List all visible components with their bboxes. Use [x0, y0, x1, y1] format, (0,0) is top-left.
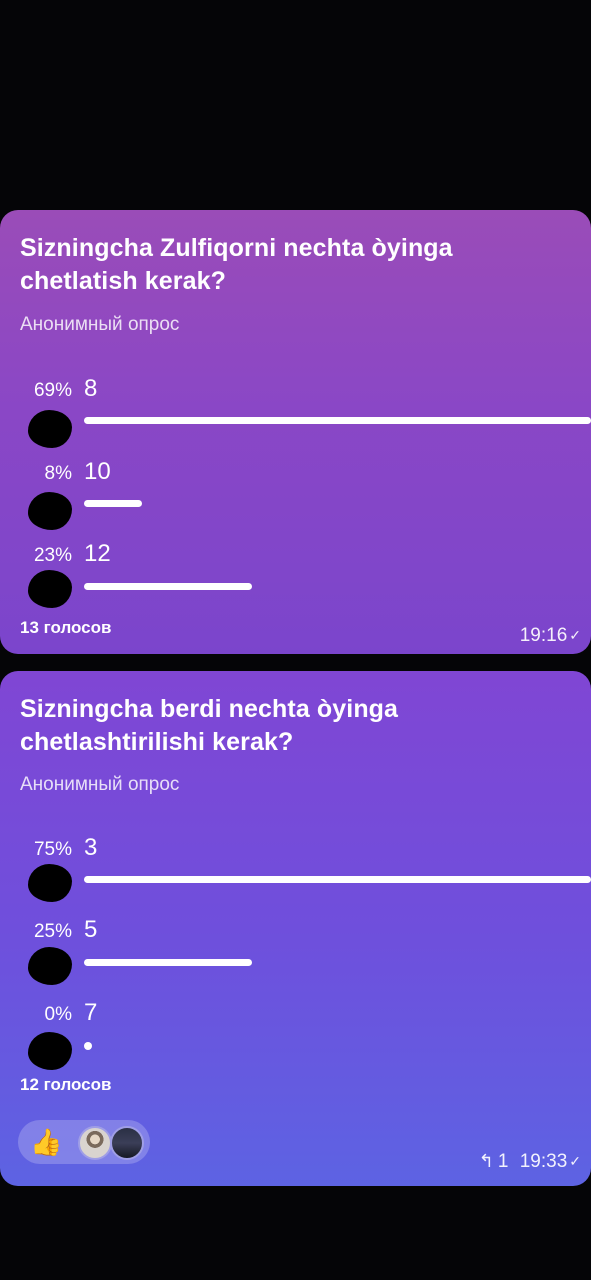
option-percent: 75%: [33, 839, 72, 860]
option-result-bar: [84, 959, 252, 966]
option-percent: 25%: [33, 921, 72, 942]
option-result-bar: [84, 417, 591, 424]
thumbs-up-icon: 👍: [30, 1127, 63, 1157]
option-percent: 0%: [44, 1004, 72, 1025]
time-text: 19:33: [519, 1151, 568, 1172]
check-icon: ✓: [569, 627, 581, 643]
option-result-bar: [84, 583, 252, 590]
voter-avatar-redacted: [28, 1032, 72, 1070]
reactor-avatar: [110, 1126, 144, 1160]
time-text: 19:16: [519, 625, 568, 646]
reactor-avatar: [78, 1126, 112, 1160]
reply-arrow-icon: ↰: [478, 1151, 494, 1171]
poll-question: Sizningcha berdi nechta òyinga chetlasht…: [20, 695, 399, 756]
option-percent: 23%: [33, 545, 72, 566]
poll-type-label: Анонимный опрос: [20, 314, 180, 335]
voter-avatar-redacted: [28, 570, 72, 608]
check-icon: ✓: [569, 1153, 581, 1169]
voter-avatar-redacted: [28, 410, 72, 448]
message-meta[interactable]: ↰ 1 19:33 ✓: [479, 1151, 581, 1173]
option-label: 8: [84, 375, 98, 402]
option-result-bar: [84, 500, 142, 507]
poll-type-label: Анонимный опрос: [20, 774, 180, 795]
option-percent: 8%: [44, 463, 72, 484]
option-label: 7: [84, 999, 98, 1026]
poll-message-2[interactable]: Sizningcha berdi nechta òyinga chetlasht…: [0, 671, 591, 1186]
reply-count: 1: [497, 1151, 509, 1172]
voter-avatar-redacted: [28, 947, 72, 985]
vote-count: 12 голосов: [20, 1075, 112, 1094]
poll-question: Sizningcha Zulfiqorni nechta òyinga chet…: [20, 234, 453, 295]
option-label: 12: [84, 540, 111, 567]
option-label: 5: [84, 916, 98, 943]
message-time: 19:16 ✓: [520, 625, 581, 647]
voter-avatar-redacted: [28, 864, 72, 902]
poll-message-1[interactable]: Sizningcha Zulfiqorni nechta òyinga chet…: [0, 210, 591, 654]
vote-count: 13 голосов: [20, 618, 112, 637]
option-label: 10: [84, 458, 111, 485]
option-label: 3: [84, 834, 98, 861]
option-result-bar: [84, 876, 591, 883]
option-result-bar: [84, 1042, 92, 1050]
reaction-chip[interactable]: 👍: [18, 1120, 150, 1164]
voter-avatar-redacted: [28, 492, 72, 530]
option-percent: 69%: [33, 380, 72, 401]
